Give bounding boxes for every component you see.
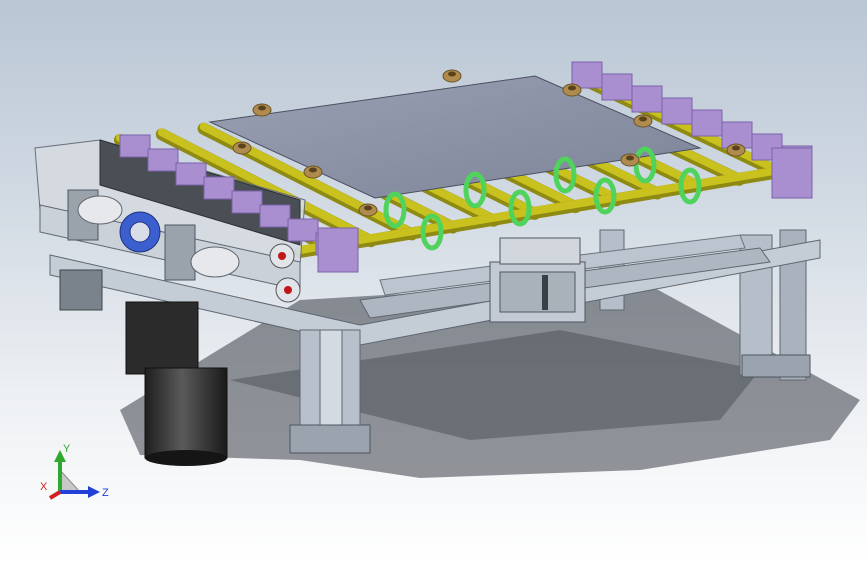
bolt-socket (626, 155, 634, 161)
end-block (571, 61, 603, 89)
end-block (317, 227, 359, 273)
bolt-socket (238, 143, 246, 149)
conveyor-assembly-model[interactable] (0, 0, 867, 562)
end-block (203, 176, 235, 200)
center-actuator (489, 237, 586, 323)
x-axis-icon (48, 490, 62, 500)
bolt-socket (448, 71, 456, 77)
end-block (119, 134, 151, 158)
end-block (259, 204, 291, 228)
z-arrow-icon (88, 486, 100, 498)
coordinate-triad-icon: Y X Z (40, 443, 109, 500)
end-block (147, 148, 179, 172)
cad-graphics-viewport[interactable]: Y X Z (0, 0, 867, 562)
end-block (661, 97, 693, 125)
bolt-socket (309, 167, 317, 173)
bolt-socket (568, 85, 576, 91)
end-block (771, 147, 813, 199)
bolt-socket (364, 205, 372, 211)
end-block (631, 85, 663, 113)
triad-x-label: X (40, 481, 48, 493)
triad-y-label: Y (63, 443, 71, 455)
triad-plane-icon (59, 468, 82, 493)
bolt-socket (639, 116, 647, 122)
end-block (231, 190, 263, 214)
end-block (287, 218, 319, 242)
bolt-socket (732, 145, 740, 151)
end-block (601, 73, 633, 101)
end-block (691, 109, 723, 137)
triad-z-label: Z (102, 487, 109, 499)
coordinate-triad: Y X Z (36, 440, 116, 510)
bolt-socket (258, 105, 266, 111)
end-block (175, 162, 207, 186)
